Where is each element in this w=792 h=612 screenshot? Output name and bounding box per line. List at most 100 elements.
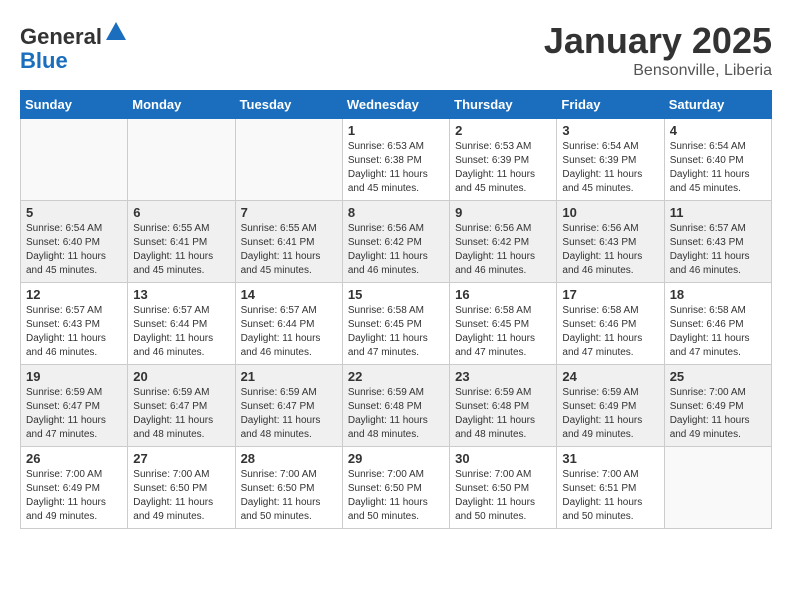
day-number: 10 xyxy=(562,205,658,220)
day-info: Sunrise: 6:57 AM Sunset: 6:43 PM Dayligh… xyxy=(26,304,122,360)
day-number: 18 xyxy=(670,287,766,302)
day-number: 6 xyxy=(133,205,229,220)
calendar-day: 19 Sunrise: 6:59 AM Sunset: 6:47 PM Dayli… xyxy=(21,365,128,447)
calendar-day: 28Sunrise: 7:00 AM Sunset: 6:50 PM Dayli… xyxy=(235,447,342,529)
day-number: 19 xyxy=(26,369,122,384)
calendar-day: 24Sunrise: 6:59 AM Sunset: 6:49 PM Dayli… xyxy=(557,365,664,447)
day-number: 8 xyxy=(348,205,444,220)
calendar-week-2: 5Sunrise: 6:54 AM Sunset: 6:40 PM Daylig… xyxy=(21,201,772,283)
day-info: Sunrise: 7:00 AM Sunset: 6:51 PM Dayligh… xyxy=(562,468,658,524)
day-number: 15 xyxy=(348,287,444,302)
title-block: January 2025 Bensonville, Liberia xyxy=(544,20,772,80)
day-number: 1 xyxy=(348,123,444,138)
day-info: Sunrise: 6:53 AM Sunset: 6:39 PM Dayligh… xyxy=(455,140,551,196)
calendar-day: 12 Sunrise: 6:57 AM Sunset: 6:43 PM Dayli… xyxy=(21,283,128,365)
day-info: Sunrise: 6:59 AM Sunset: 6:48 PM Dayligh… xyxy=(455,386,551,442)
day-number: 4 xyxy=(670,123,766,138)
calendar-day xyxy=(21,119,128,201)
day-info: Sunrise: 7:00 AM Sunset: 6:49 PM Dayligh… xyxy=(670,386,766,442)
day-info: Sunrise: 6:57 AM Sunset: 6:44 PM Dayligh… xyxy=(241,304,337,360)
day-info: Sunrise: 6:54 AM Sunset: 6:40 PM Dayligh… xyxy=(670,140,766,196)
day-number: 29 xyxy=(348,451,444,466)
day-info: Sunrise: 6:56 AM Sunset: 6:43 PM Dayligh… xyxy=(562,222,658,278)
calendar-day xyxy=(128,119,235,201)
day-number: 25 xyxy=(670,369,766,384)
day-info: Sunrise: 7:00 AM Sunset: 6:50 PM Dayligh… xyxy=(133,468,229,524)
day-number: 14 xyxy=(241,287,337,302)
calendar-day xyxy=(235,119,342,201)
day-info: Sunrise: 7:00 AM Sunset: 6:50 PM Dayligh… xyxy=(455,468,551,524)
calendar-day: 3Sunrise: 6:54 AM Sunset: 6:39 PM Daylig… xyxy=(557,119,664,201)
weekday-header-sunday: Sunday xyxy=(21,91,128,119)
day-info: Sunrise: 6:58 AM Sunset: 6:45 PM Dayligh… xyxy=(455,304,551,360)
weekday-header-saturday: Saturday xyxy=(664,91,771,119)
day-info: Sunrise: 6:53 AM Sunset: 6:38 PM Dayligh… xyxy=(348,140,444,196)
logo-blue-text: Blue xyxy=(20,48,68,73)
day-number: 12 xyxy=(26,287,122,302)
calendar-day: 15Sunrise: 6:58 AM Sunset: 6:45 PM Dayli… xyxy=(342,283,449,365)
calendar-day: 27 Sunrise: 7:00 AM Sunset: 6:50 PM Dayli… xyxy=(128,447,235,529)
day-number: 30 xyxy=(455,451,551,466)
logo-icon xyxy=(104,20,128,44)
day-info: Sunrise: 7:00 AM Sunset: 6:50 PM Dayligh… xyxy=(241,468,337,524)
calendar-week-4: 19 Sunrise: 6:59 AM Sunset: 6:47 PM Dayli… xyxy=(21,365,772,447)
calendar-day: 11Sunrise: 6:57 AM Sunset: 6:43 PM Dayli… xyxy=(664,201,771,283)
weekday-header-tuesday: Tuesday xyxy=(235,91,342,119)
calendar-day: 14 Sunrise: 6:57 AM Sunset: 6:44 PM Dayli… xyxy=(235,283,342,365)
calendar-day xyxy=(664,447,771,529)
calendar-week-5: 26Sunrise: 7:00 AM Sunset: 6:49 PM Dayli… xyxy=(21,447,772,529)
calendar-header-row: SundayMondayTuesdayWednesdayThursdayFrid… xyxy=(21,91,772,119)
calendar-week-3: 12 Sunrise: 6:57 AM Sunset: 6:43 PM Dayli… xyxy=(21,283,772,365)
day-number: 16 xyxy=(455,287,551,302)
calendar-day: 31 Sunrise: 7:00 AM Sunset: 6:51 PM Dayli… xyxy=(557,447,664,529)
calendar-day: 2 Sunrise: 6:53 AM Sunset: 6:39 PM Daylig… xyxy=(450,119,557,201)
weekday-header-monday: Monday xyxy=(128,91,235,119)
day-number: 13 xyxy=(133,287,229,302)
day-info: Sunrise: 6:59 AM Sunset: 6:47 PM Dayligh… xyxy=(133,386,229,442)
calendar-day: 6 Sunrise: 6:55 AM Sunset: 6:41 PM Daylig… xyxy=(128,201,235,283)
day-info: Sunrise: 6:59 AM Sunset: 6:48 PM Dayligh… xyxy=(348,386,444,442)
calendar-day: 4 Sunrise: 6:54 AM Sunset: 6:40 PM Daylig… xyxy=(664,119,771,201)
logo: General Blue xyxy=(20,20,128,73)
calendar-day: 10 Sunrise: 6:56 AM Sunset: 6:43 PM Dayli… xyxy=(557,201,664,283)
day-info: Sunrise: 6:59 AM Sunset: 6:49 PM Dayligh… xyxy=(562,386,658,442)
day-number: 20 xyxy=(133,369,229,384)
calendar-day: 25 Sunrise: 7:00 AM Sunset: 6:49 PM Dayli… xyxy=(664,365,771,447)
weekday-header-wednesday: Wednesday xyxy=(342,91,449,119)
weekday-header-friday: Friday xyxy=(557,91,664,119)
calendar-day: 5Sunrise: 6:54 AM Sunset: 6:40 PM Daylig… xyxy=(21,201,128,283)
weekday-header-thursday: Thursday xyxy=(450,91,557,119)
calendar-day: 8Sunrise: 6:56 AM Sunset: 6:42 PM Daylig… xyxy=(342,201,449,283)
page-header: General Blue January 2025 Bensonville, L… xyxy=(20,20,772,80)
calendar-day: 26Sunrise: 7:00 AM Sunset: 6:49 PM Dayli… xyxy=(21,447,128,529)
day-info: Sunrise: 6:58 AM Sunset: 6:46 PM Dayligh… xyxy=(670,304,766,360)
day-info: Sunrise: 7:00 AM Sunset: 6:49 PM Dayligh… xyxy=(26,468,122,524)
day-info: Sunrise: 6:55 AM Sunset: 6:41 PM Dayligh… xyxy=(241,222,337,278)
day-info: Sunrise: 6:57 AM Sunset: 6:44 PM Dayligh… xyxy=(133,304,229,360)
calendar-day: 17Sunrise: 6:58 AM Sunset: 6:46 PM Dayli… xyxy=(557,283,664,365)
day-number: 31 xyxy=(562,451,658,466)
calendar-week-1: 1 Sunrise: 6:53 AM Sunset: 6:38 PM Daylig… xyxy=(21,119,772,201)
month-title: January 2025 xyxy=(544,20,772,62)
calendar-day: 16 Sunrise: 6:58 AM Sunset: 6:45 PM Dayli… xyxy=(450,283,557,365)
calendar-day: 23 Sunrise: 6:59 AM Sunset: 6:48 PM Dayli… xyxy=(450,365,557,447)
day-number: 27 xyxy=(133,451,229,466)
calendar-day: 18 Sunrise: 6:58 AM Sunset: 6:46 PM Dayli… xyxy=(664,283,771,365)
location-title: Bensonville, Liberia xyxy=(544,62,772,80)
day-number: 2 xyxy=(455,123,551,138)
day-number: 23 xyxy=(455,369,551,384)
logo-general-text: General xyxy=(20,24,102,49)
calendar-day: 21Sunrise: 6:59 AM Sunset: 6:47 PM Dayli… xyxy=(235,365,342,447)
day-info: Sunrise: 6:57 AM Sunset: 6:43 PM Dayligh… xyxy=(670,222,766,278)
day-info: Sunrise: 6:59 AM Sunset: 6:47 PM Dayligh… xyxy=(26,386,122,442)
day-number: 7 xyxy=(241,205,337,220)
day-number: 3 xyxy=(562,123,658,138)
calendar-day: 7 Sunrise: 6:55 AM Sunset: 6:41 PM Daylig… xyxy=(235,201,342,283)
day-info: Sunrise: 6:55 AM Sunset: 6:41 PM Dayligh… xyxy=(133,222,229,278)
calendar-day: 29Sunrise: 7:00 AM Sunset: 6:50 PM Dayli… xyxy=(342,447,449,529)
calendar-day: 1 Sunrise: 6:53 AM Sunset: 6:38 PM Daylig… xyxy=(342,119,449,201)
calendar-day: 22Sunrise: 6:59 AM Sunset: 6:48 PM Dayli… xyxy=(342,365,449,447)
day-info: Sunrise: 6:56 AM Sunset: 6:42 PM Dayligh… xyxy=(455,222,551,278)
calendar-day: 20 Sunrise: 6:59 AM Sunset: 6:47 PM Dayli… xyxy=(128,365,235,447)
day-number: 17 xyxy=(562,287,658,302)
